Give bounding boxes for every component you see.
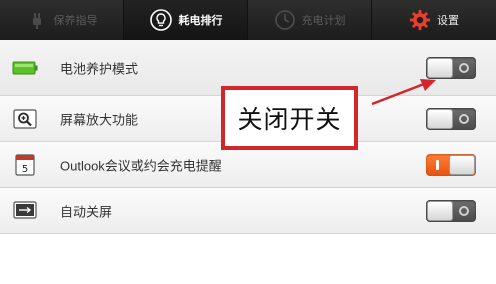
setting-label: 屏幕放大功能 (60, 112, 139, 127)
tab-label: 设置 (437, 15, 459, 27)
list-item: 自动关屏 (0, 188, 496, 234)
on-indicator-icon (436, 159, 439, 170)
tab-label: 充电计划 (301, 15, 346, 27)
calendar-icon: 5 (10, 153, 40, 177)
clock-icon (274, 9, 296, 31)
power-plug-icon (26, 9, 48, 31)
tab-plan[interactable]: 充电计划 (248, 0, 372, 40)
setting-label: 自动关屏 (60, 204, 113, 219)
annotation-box: 关闭开关 (221, 86, 358, 150)
toggle-knob (427, 57, 453, 78)
svg-text:5: 5 (22, 164, 28, 175)
battery-mode-toggle[interactable] (426, 56, 476, 79)
auto-screen-off-toggle[interactable] (426, 199, 476, 222)
off-indicator-icon (459, 62, 469, 73)
battery-icon (10, 56, 40, 80)
off-indicator-icon (459, 113, 469, 124)
tab-save[interactable]: 保养指导 (0, 0, 124, 40)
toggle-knob (427, 108, 453, 129)
tab-bar: 保养指导 耗电排行 充电计划 设置 (0, 0, 496, 40)
gear-icon (409, 9, 431, 31)
tab-label: 保养指导 (53, 15, 98, 27)
magnifier-icon (10, 107, 40, 131)
lightbulb-icon (149, 8, 173, 32)
tab-rank[interactable]: 耗电排行 (124, 0, 248, 40)
toggle-knob (427, 200, 453, 221)
screen-off-icon (10, 199, 40, 223)
outlook-reminder-toggle[interactable] (426, 153, 476, 176)
screen-zoom-toggle[interactable] (426, 107, 476, 130)
tab-settings[interactable]: 设置 (372, 0, 496, 40)
setting-label: Outlook会议或约会充电提醒 (60, 158, 222, 173)
off-indicator-icon (459, 205, 469, 216)
annotation-text: 关闭开关 (237, 106, 342, 134)
toggle-knob (449, 154, 475, 175)
setting-label: 电池养护模式 (60, 61, 139, 76)
tab-label: 耗电排行 (178, 15, 223, 27)
